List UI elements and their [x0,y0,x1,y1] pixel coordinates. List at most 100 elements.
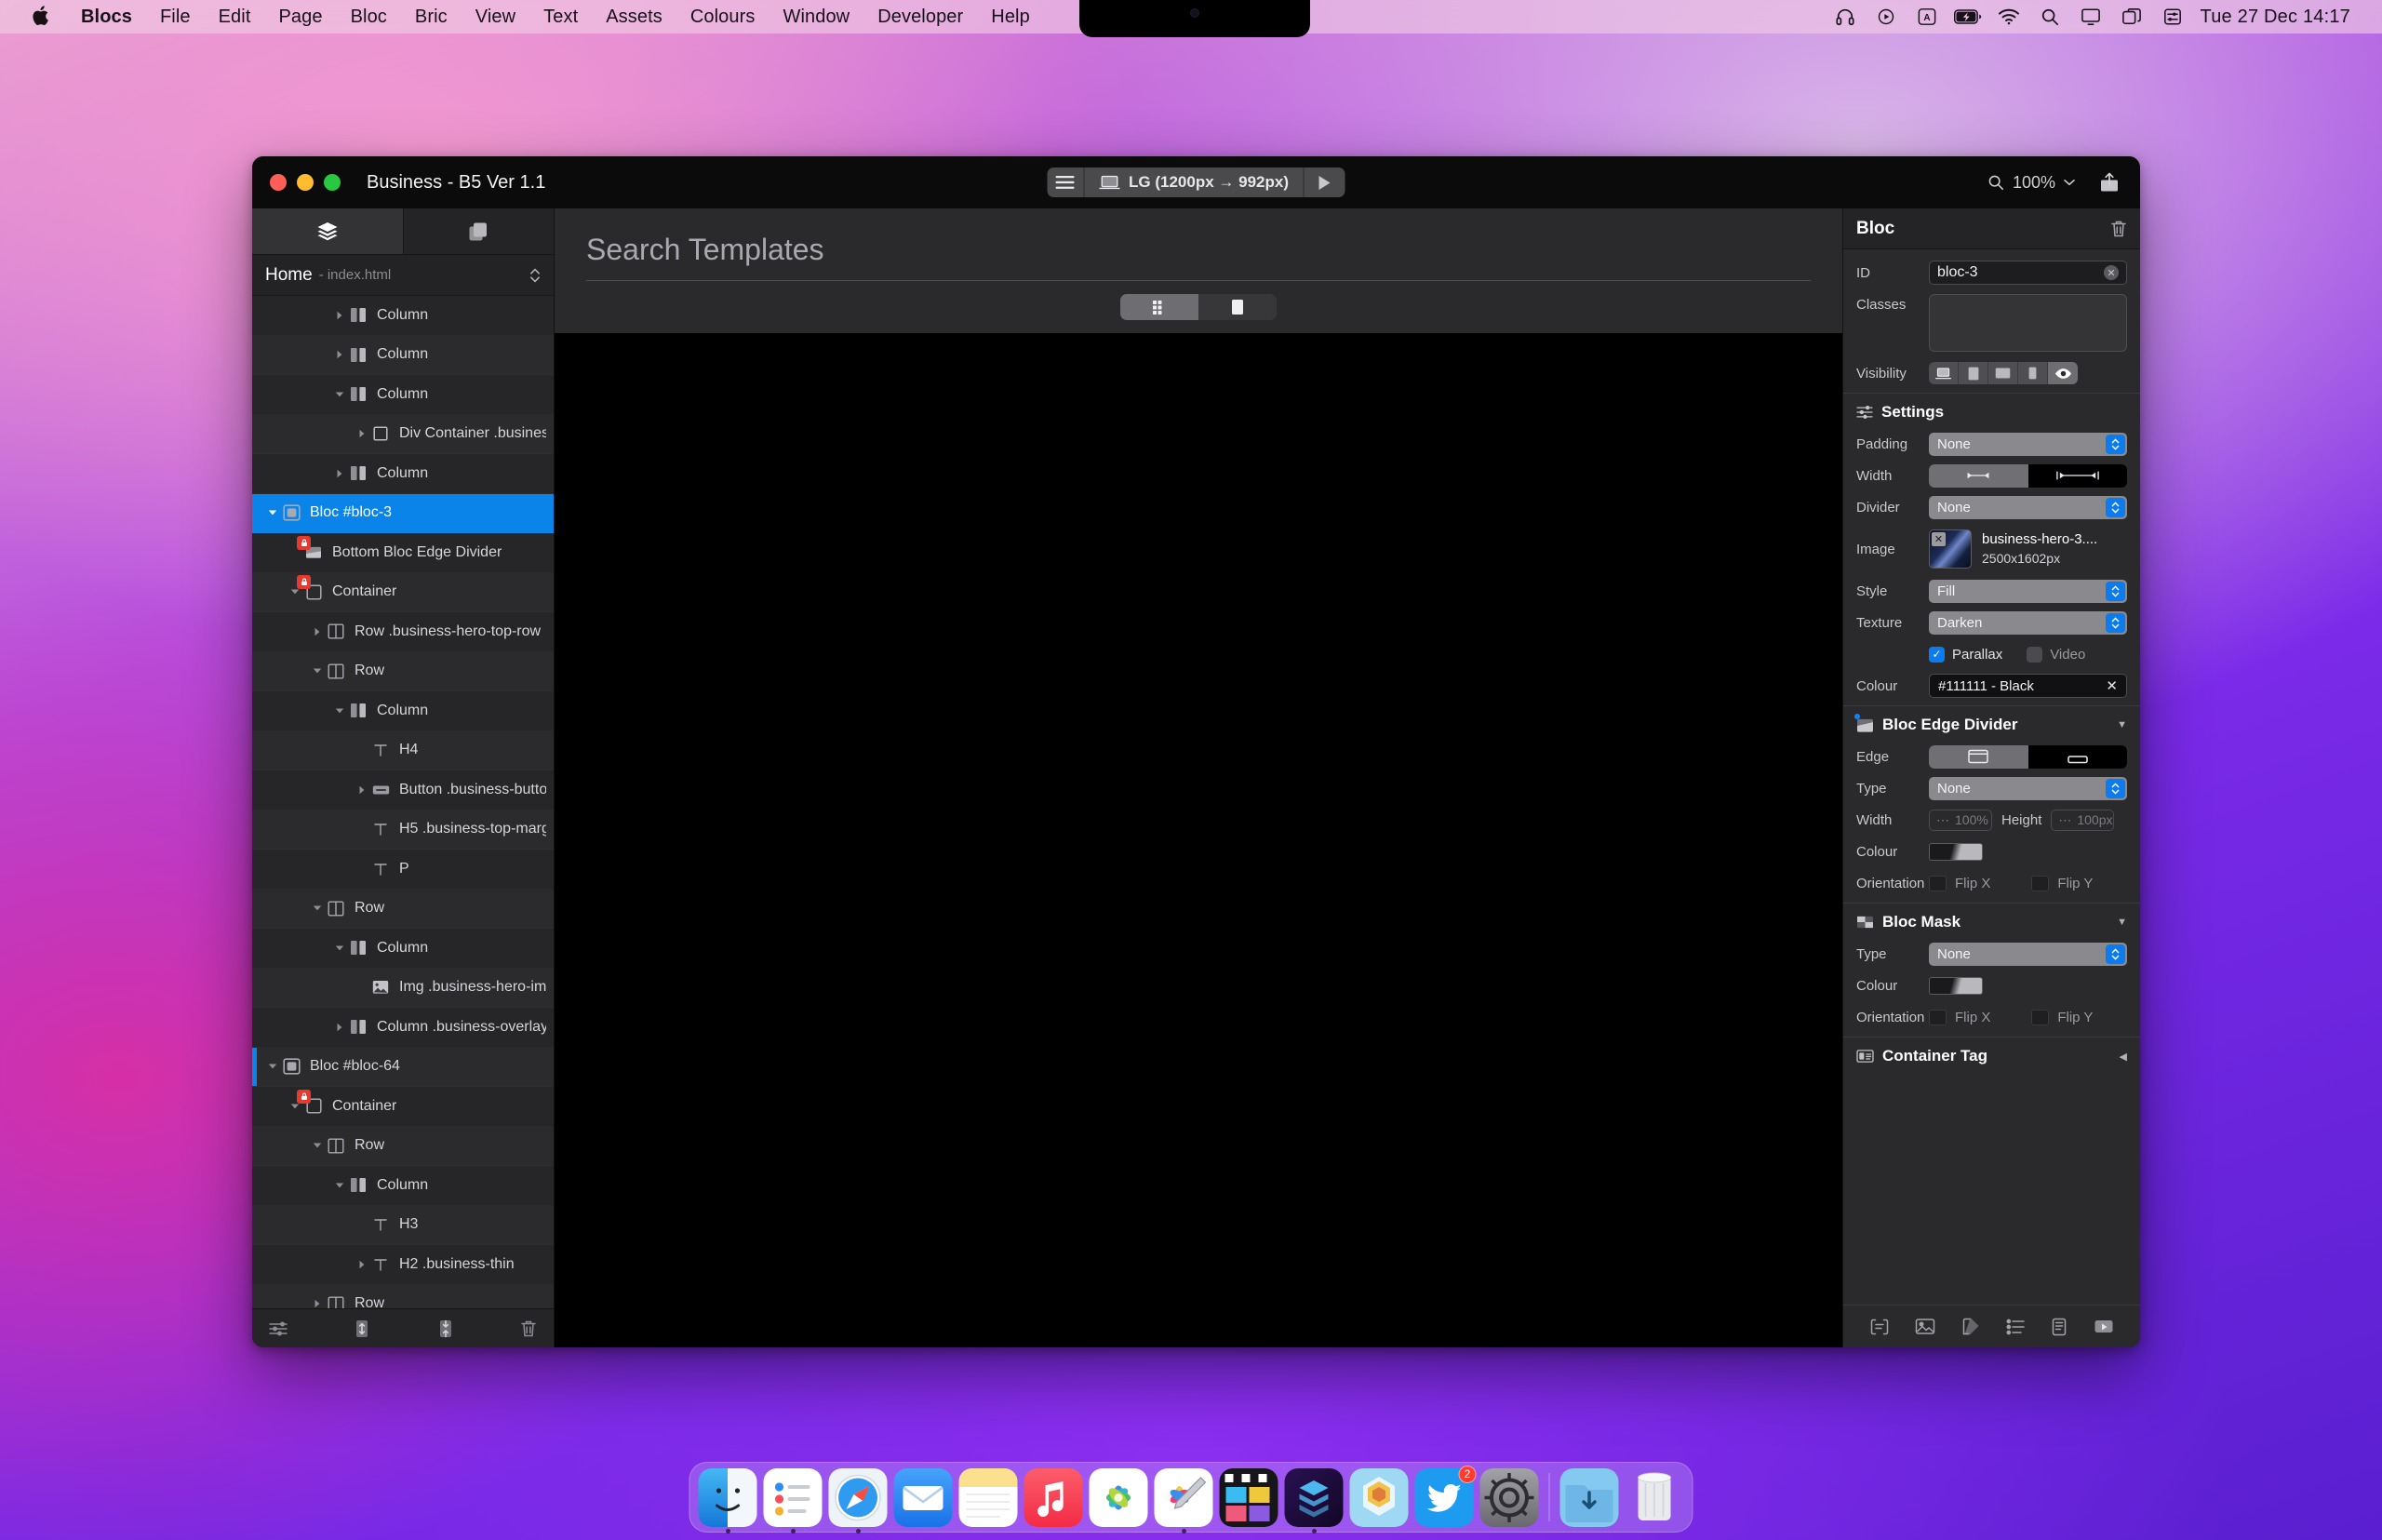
edge-width-field[interactable]: ⋯ 100% [1929,809,1992,831]
apple-logo-icon[interactable] [28,3,52,31]
chevron-down-icon[interactable] [265,509,280,516]
video-checkbox[interactable] [2027,646,2043,663]
chevron-down-icon[interactable] [332,707,347,715]
parallax-checkbox[interactable]: ✓ [1929,646,1945,663]
chevron-down-icon[interactable] [310,667,325,675]
layer-row[interactable]: Button .business-button [252,770,554,810]
control-center-icon[interactable] [2111,3,2152,31]
up-down-chevrons-icon[interactable] [529,266,541,285]
menu-item-developer[interactable]: Developer [863,5,977,30]
dock-item-mail[interactable] [893,1467,953,1527]
layer-tree[interactable]: Column Column Column Div Container .busines… [252,296,554,1308]
mask-flip-y-checkbox[interactable] [2031,1009,2050,1025]
layer-row[interactable]: Column [252,375,554,415]
chevron-right-icon[interactable] [332,350,347,359]
tablet-landscape-icon[interactable] [1988,362,2018,384]
menu-lines-icon[interactable] [1047,167,1085,197]
container-tag-section-header[interactable]: Container Tag ◀ [1843,1037,2140,1072]
menu-item-view[interactable]: View [462,5,529,30]
menu-item-bric[interactable]: Bric [401,5,462,30]
dock-item-system-settings[interactable] [1479,1467,1539,1527]
layer-row[interactable]: Img .business-hero-img [252,968,554,1008]
sidebar-item-layers[interactable] [252,208,403,254]
battery-charging-icon[interactable] [1947,3,1988,31]
mask-colour-swatch[interactable] [1929,976,1983,995]
paint-icon[interactable] [1961,1317,1980,1336]
dock-item-blocs[interactable] [1284,1467,1344,1533]
layer-row[interactable]: Column [252,691,554,731]
menu-bar-clock[interactable]: Tue 27 Dec 14:17 [2193,7,2350,28]
video-icon[interactable] [2094,1319,2114,1334]
layer-row[interactable]: Div Container .business-cour [252,414,554,454]
grid-view-button[interactable] [1120,294,1198,320]
layer-row[interactable]: Column [252,929,554,969]
layer-row[interactable]: Row [252,1126,554,1166]
edge-type-select[interactable]: None [1929,776,2127,800]
menu-item-assets[interactable]: Assets [592,5,676,30]
minimize-window-button[interactable] [297,174,314,191]
zoom-control[interactable]: 100% [1987,173,2075,193]
menu-item-text[interactable]: Text [529,5,592,30]
menu-extras-icon[interactable] [2152,3,2193,31]
close-window-button[interactable] [270,174,287,191]
mask-flip-x-checkbox[interactable] [1929,1009,1947,1025]
caret-down-icon[interactable]: ▼ [2117,917,2127,928]
menu-item-blocs[interactable]: Blocs [67,5,146,30]
chevron-down-icon[interactable] [288,588,302,596]
menu-item-file[interactable]: File [146,5,205,30]
dock-item-safari[interactable] [828,1467,888,1533]
edge-height-field[interactable]: ⋯ 100px [2051,809,2115,831]
padding-select[interactable]: None [1929,432,2127,456]
bloc-mask-section-header[interactable]: Bloc Mask ▼ [1843,903,2140,938]
chevron-down-icon[interactable] [332,391,347,398]
eye-icon[interactable] [2048,362,2078,384]
chevron-right-icon[interactable] [310,627,325,636]
dock-item-app-store-like[interactable] [1349,1467,1409,1527]
edge-divider-section-header[interactable]: Bloc Edge Divider ▼ [1843,705,2140,741]
search-input[interactable] [586,229,1811,281]
layer-row[interactable]: P [252,850,554,890]
texture-select[interactable]: Darken [1929,610,2127,635]
width-full-icon[interactable] [2028,464,2128,488]
dock-item-reminders[interactable] [763,1467,823,1533]
now-playing-icon[interactable] [1866,3,1907,31]
collapse-vertical-icon[interactable] [437,1319,454,1338]
width-contained-icon[interactable] [1929,463,2028,488]
clear-colour-icon[interactable]: ✕ [2106,677,2118,694]
dock-item-twitter[interactable]: 2 [1414,1465,1477,1527]
screen-mirroring-icon[interactable] [2070,3,2111,31]
mask-type-select[interactable]: None [1929,942,2127,966]
single-view-button[interactable] [1198,294,1277,320]
chevron-right-icon[interactable] [355,785,369,795]
layer-row[interactable]: H4 [252,730,554,770]
dock-item-preview[interactable] [1154,1467,1213,1533]
share-export-icon[interactable] [2099,171,2120,194]
menu-item-window[interactable]: Window [769,5,863,30]
chevron-right-icon[interactable] [332,311,347,320]
layer-row[interactable]: Row [252,1284,554,1308]
layer-row[interactable]: Container [252,1087,554,1127]
chevron-right-icon[interactable] [332,469,347,478]
image-thumbnail[interactable]: ✕ [1929,529,1972,569]
layer-row[interactable]: Row .business-hero-top-row [252,612,554,652]
list-icon[interactable] [2006,1319,2026,1335]
chevron-down-icon[interactable] [332,944,347,952]
layer-row[interactable]: Column .business-overlay [252,1008,554,1048]
edge-flip-x-checkbox[interactable] [1929,875,1947,891]
image-icon[interactable] [1915,1318,1935,1335]
chevron-down-icon[interactable] [265,1063,280,1070]
menu-item-colours[interactable]: Colours [676,5,769,30]
edge-top-icon[interactable] [1929,744,2028,769]
design-canvas-viewport[interactable] [555,333,1842,1347]
dock-item-downloads-folder[interactable] [1559,1467,1619,1527]
trash-icon[interactable] [520,1319,537,1338]
dock-item-notes[interactable] [958,1467,1018,1527]
layer-row[interactable]: Bloc #bloc-64 [252,1047,554,1087]
code-icon[interactable] [1869,1318,1890,1336]
dock-item-final-cut-pro[interactable] [1219,1467,1278,1527]
layer-row[interactable]: Row [252,889,554,929]
chevron-right-icon[interactable] [355,1260,369,1269]
dock-item-photos[interactable] [1089,1467,1148,1527]
layer-row[interactable]: H5 .business-top-margin [252,810,554,850]
layer-row[interactable]: Container [252,572,554,612]
